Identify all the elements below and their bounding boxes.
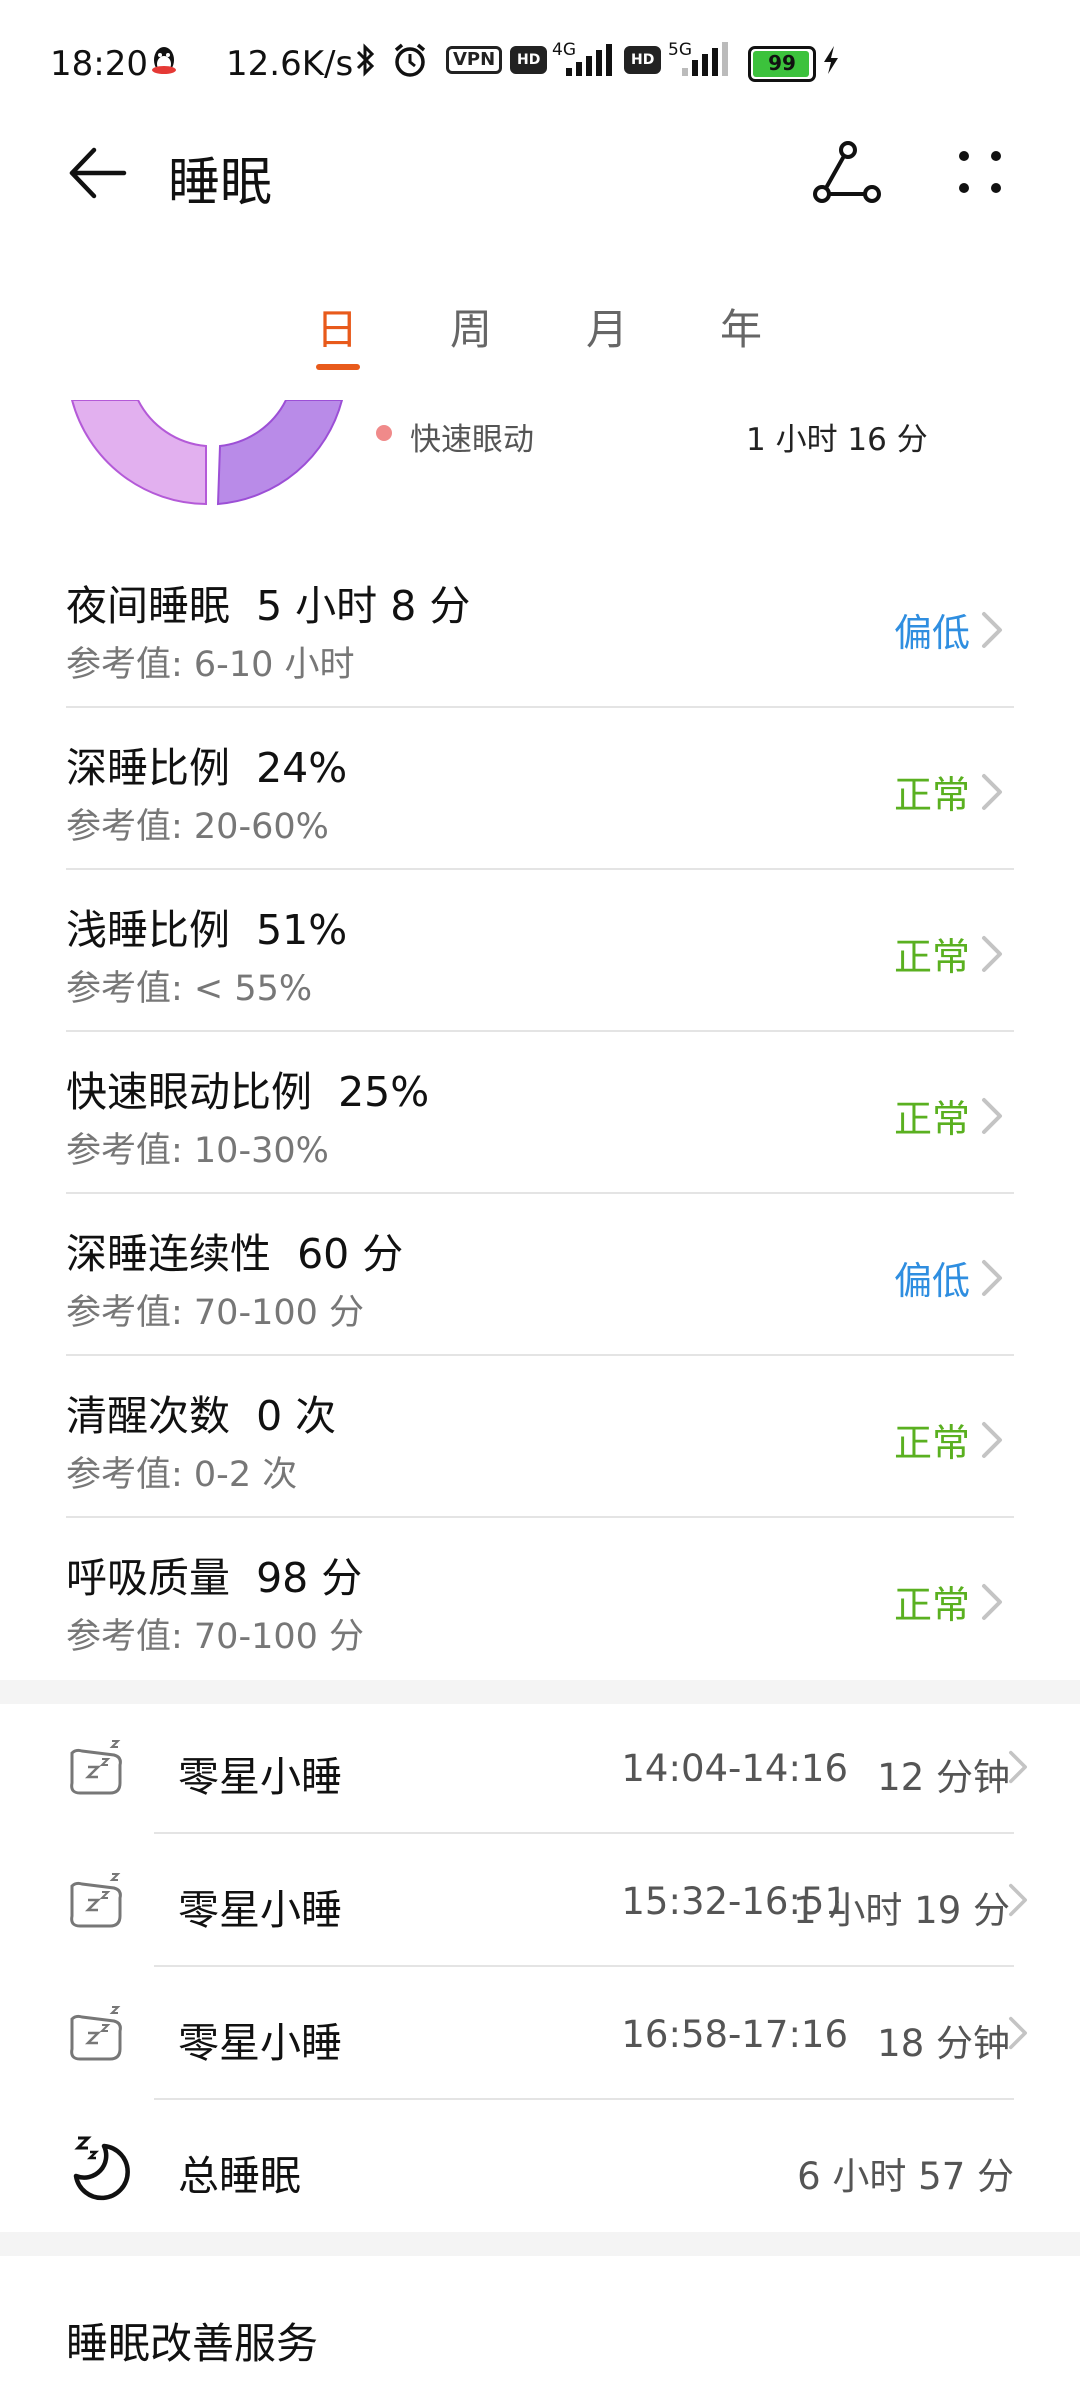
nap-time-range: 16:58-17:16 [621,2013,848,2056]
metric-name: 浅睡比例 51% [66,906,348,954]
chevron-right-icon [1000,1747,1036,1787]
chevron-right-icon [972,1094,1012,1138]
metric-name: 夜间睡眠 5 小时 8 分 [66,582,471,630]
status-time: 18:20 [50,44,148,84]
signal-icon [566,44,612,76]
battery-icon: 99 [748,46,816,82]
nap-row[interactable]: 零星小睡 15:32-16:51 1 小时 19 分 [0,1834,1080,1967]
charging-icon [824,46,838,74]
total-sleep-duration: 6 小时 57 分 [797,2155,1014,2198]
network-speed: 12.6K/s [226,44,354,84]
nap-label: 零星小睡 [178,1753,342,1801]
metric-status: 偏低 [893,1259,970,1303]
metric-status: 偏低 [893,611,970,655]
metric-row[interactable]: 快速眼动比例 25% 参考值: 10-30% 正常 [66,1032,1014,1194]
qq-icon [152,47,176,74]
bluetooth-icon [356,43,375,77]
total-sleep-row: 总睡眠 6 小时 57 分 [0,2100,1080,2233]
tab-week[interactable]: 周 [450,296,492,357]
sleep-moon-icon [73,2136,130,2201]
signal-icon-2 [682,42,728,76]
metric-row[interactable]: 夜间睡眠 5 小时 8 分参考值: 6-10 小时 偏低 [66,546,1014,708]
alarm-icon [394,43,426,77]
metric-name: 深睡比例 24% [66,744,348,792]
section-divider-2 [0,2232,1080,2256]
page-title: 睡眠 [168,153,273,213]
total-sleep-label: 总睡眠 [178,2152,301,2200]
chevron-right-icon [972,932,1012,976]
tab-active-indicator [316,364,360,370]
tab-day[interactable]: 日 [316,296,358,357]
metric-status: 正常 [893,1097,970,1141]
chevron-right-icon [972,608,1012,652]
metric-reference: 参考值: 0-2 次 [66,1455,298,1495]
nap-icon [66,1737,128,1799]
nap-time-range: 14:04-14:16 [621,1747,848,1790]
sleep-improvement-title[interactable]: 睡眠改善服务 [66,2310,318,2371]
metric-status: 正常 [893,1583,970,1627]
chevron-right-icon [972,1418,1012,1462]
metric-reference: 参考值: 70-100 分 [66,1293,365,1333]
metric-status: 正常 [893,773,970,817]
hd-icon: HD [510,46,548,74]
chevron-right-icon [972,1256,1012,1300]
nap-row[interactable]: 零星小睡 16:58-17:16 18 分钟 [0,1967,1080,2100]
metric-row[interactable]: 深睡比例 24% 参考值: 20-60% 正常 [66,708,1014,870]
legend-rem-value: 1 小时 16 分 [746,422,928,458]
metric-reference: 参考值: 10-30% [66,1131,329,1171]
nap-duration: 1 小时 19 分 [793,1889,1010,1932]
metric-reference: 参考值: 6-10 小时 [66,645,355,685]
metric-row[interactable]: 深睡连续性 60 分参考值: 70-100 分 偏低 [66,1194,1014,1356]
nap-label: 零星小睡 [178,1886,342,1934]
metric-row[interactable]: 清醒次数 0 次参考值: 0-2 次 正常 [66,1356,1014,1518]
status-bar: 18:20 12.6K/s VPN HD 4G HD 5G 99 [0,0,1080,130]
more-options-icon[interactable] [952,146,1008,198]
nap-row[interactable]: 零星小睡 14:04-14:16 12 分钟 [0,1701,1080,1834]
chevron-right-icon [1000,1880,1036,1920]
metric-row[interactable]: 浅睡比例 51% 参考值: < 55% 正常 [66,870,1014,1032]
chevron-right-icon [972,770,1012,814]
tab-month[interactable]: 月 [586,296,628,357]
share-node-icon[interactable] [812,140,884,206]
chevron-right-icon [1000,2013,1036,2053]
hd-icon-2: HD [624,46,662,74]
legend-rem-label: 快速眼动 [410,422,534,458]
metric-name: 清醒次数 0 次 [66,1392,337,1440]
metric-name: 深睡连续性 60 分 [66,1230,404,1278]
vpn-icon: VPN [446,46,503,74]
legend-rem-dot [376,425,392,441]
nap-duration: 18 分钟 [877,2022,1010,2065]
nap-duration: 12 分钟 [877,1756,1010,1799]
metric-row[interactable]: 呼吸质量 98 分参考值: 70-100 分 正常 [66,1518,1014,1680]
chevron-right-icon [972,1580,1012,1624]
metric-status: 正常 [893,935,970,979]
metric-name: 快速眼动比例 25% [66,1068,430,1116]
sleep-donut-chart [70,400,344,506]
metric-status: 正常 [893,1421,970,1465]
metric-name: 呼吸质量 98 分 [66,1554,363,1602]
nap-icon [66,1870,128,1932]
battery-level: 99 [768,51,796,75]
metric-reference: 参考值: 70-100 分 [66,1617,365,1657]
metric-reference: 参考值: < 55% [66,969,313,1009]
tab-year[interactable]: 年 [720,296,762,357]
nap-label: 零星小睡 [178,2019,342,2067]
back-arrow-icon[interactable] [64,140,130,206]
nap-icon [66,2003,128,2065]
metric-reference: 参考值: 20-60% [66,807,329,847]
